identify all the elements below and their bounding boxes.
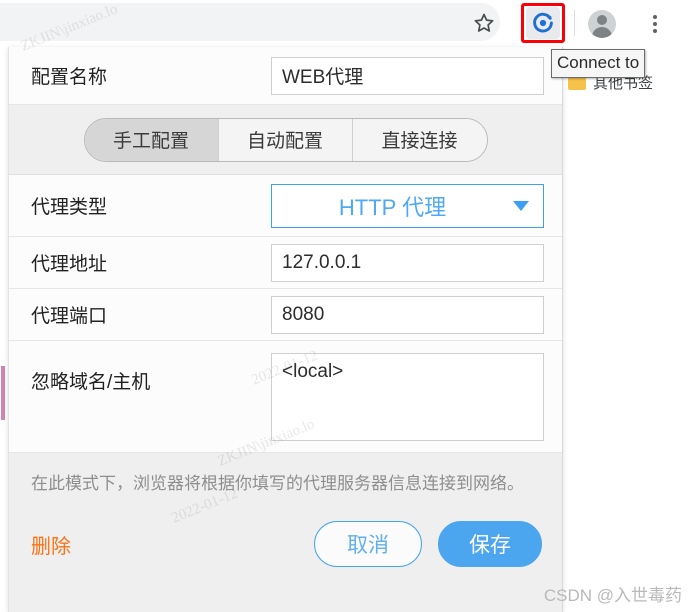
popup-action-bar: 删除 取消 保存 <box>9 504 562 578</box>
mode-tab-auto[interactable]: 自动配置 <box>218 118 353 161</box>
profile-name-label: 配置名称 <box>31 67 108 88</box>
mode-segmented-control: 手工配置 自动配置 直接连接 <box>9 105 562 175</box>
profile-name-row: 配置名称 <box>9 47 562 105</box>
save-button[interactable]: 保存 <box>438 521 542 567</box>
address-bar[interactable] <box>0 3 500 41</box>
screenshot-root: ZKJIN\jinxiao.lo 2022-01-12 ZKJIN\jinxia… <box>0 0 690 612</box>
proxy-address-row: 代理地址 <box>9 237 562 289</box>
proxy-port-label: 代理端口 <box>31 306 108 327</box>
chevron-down-icon <box>513 200 529 211</box>
proxy-type-label: 代理类型 <box>31 197 108 218</box>
page-scrollbar-thumb[interactable] <box>1 366 5 420</box>
delete-button[interactable]: 删除 <box>31 530 71 559</box>
popup-footer-filler <box>9 578 562 612</box>
bypass-list-textarea[interactable] <box>271 353 544 441</box>
menu-dot <box>653 15 657 19</box>
proxy-type-select[interactable]: HTTP 代理 <box>271 183 544 228</box>
csdn-watermark: CSDN @入世毒药 <box>543 586 682 605</box>
proxy-switch-extension-icon <box>526 7 560 39</box>
menu-dot <box>653 22 657 26</box>
profile-avatar-icon <box>588 10 616 38</box>
bookmark-star-icon[interactable] <box>466 8 502 38</box>
profile-avatar[interactable] <box>586 8 618 40</box>
extension-tooltip: Connect to <box>551 49 646 78</box>
menu-dot <box>653 29 657 33</box>
cancel-button[interactable]: 取消 <box>314 521 422 567</box>
proxy-extension-button[interactable] <box>521 3 565 43</box>
three-dot-menu-icon[interactable] <box>640 6 670 42</box>
bypass-list-row: 忽略域名/主机 <box>9 341 562 453</box>
proxy-type-value: HTTP 代理 <box>338 194 447 220</box>
toolbar-divider <box>574 10 575 36</box>
profile-name-input[interactable] <box>271 56 544 95</box>
proxy-port-input[interactable] <box>271 295 544 334</box>
mode-tab-direct[interactable]: 直接连接 <box>352 118 487 161</box>
proxy-type-row: 代理类型 HTTP 代理 <box>9 175 562 237</box>
proxy-address-input[interactable] <box>271 243 544 282</box>
proxy-address-label: 代理地址 <box>31 254 108 275</box>
bypass-list-label: 忽略域名/主机 <box>31 372 151 393</box>
proxy-config-popup: 配置名称 手工配置 自动配置 直接连接 代理类型 HTTP 代理 代理地址 代理… <box>8 47 563 612</box>
browser-toolbar <box>0 0 690 46</box>
mode-segment-group: 手工配置 自动配置 直接连接 <box>83 117 488 162</box>
mode-description-text: 在此模式下，浏览器将根据你填写的代理服务器信息连接到网络。 <box>9 453 562 504</box>
proxy-port-row: 代理端口 <box>9 289 562 341</box>
mode-tab-manual[interactable]: 手工配置 <box>84 118 219 161</box>
